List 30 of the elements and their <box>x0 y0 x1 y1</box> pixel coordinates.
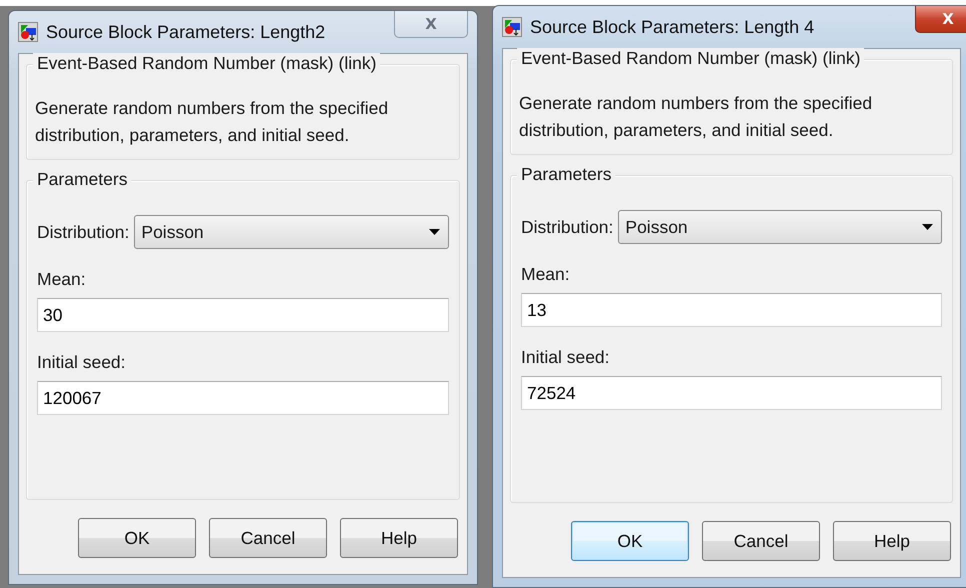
dialog-button[interactable]: Help <box>833 521 951 561</box>
dialog-button[interactable]: OK <box>571 521 689 561</box>
field-label: Initial seed: <box>37 352 127 373</box>
window-title: Source Block Parameters: Length 4 <box>530 16 814 38</box>
dialog-button[interactable]: Cancel <box>209 518 327 558</box>
distribution-dropdown[interactable]: Poisson <box>618 210 942 244</box>
block-icon <box>502 17 522 37</box>
window-title: Source Block Parameters: Length2 <box>46 22 326 42</box>
input-field[interactable]: 72524 <box>521 376 942 410</box>
input-field[interactable]: 30 <box>37 298 449 332</box>
group-title: Event-Based Random Number (mask) (link) <box>517 48 864 69</box>
description-text: Generate random numbers from the specified distribution, parameters, and initial seed. <box>35 97 390 147</box>
dialog-button[interactable]: Help <box>340 518 458 558</box>
field-label: Mean: <box>521 264 571 285</box>
group-title: Event-Based Random Number (mask) (link) <box>33 53 380 74</box>
dialog-button[interactable]: OK <box>78 518 196 558</box>
dialog-button[interactable]: Cancel <box>702 521 820 561</box>
close-button[interactable]: X <box>915 6 966 33</box>
close-button[interactable]: X <box>394 11 468 38</box>
description-text: Generate random numbers from the specified distribution, parameters, and initial seed. <box>519 92 874 142</box>
input-field[interactable]: 13 <box>521 293 942 327</box>
distribution-dropdown[interactable]: Poisson <box>134 215 449 249</box>
input-field[interactable]: 120067 <box>37 381 449 415</box>
dropdown-arrow-icon <box>922 224 933 230</box>
field-label: Distribution: <box>521 216 614 238</box>
field-label: Initial seed: <box>521 347 611 368</box>
block-icon <box>18 22 38 42</box>
dropdown-arrow-icon <box>429 229 440 235</box>
field-label: Distribution: <box>37 222 130 242</box>
field-label: Mean: <box>37 269 87 290</box>
